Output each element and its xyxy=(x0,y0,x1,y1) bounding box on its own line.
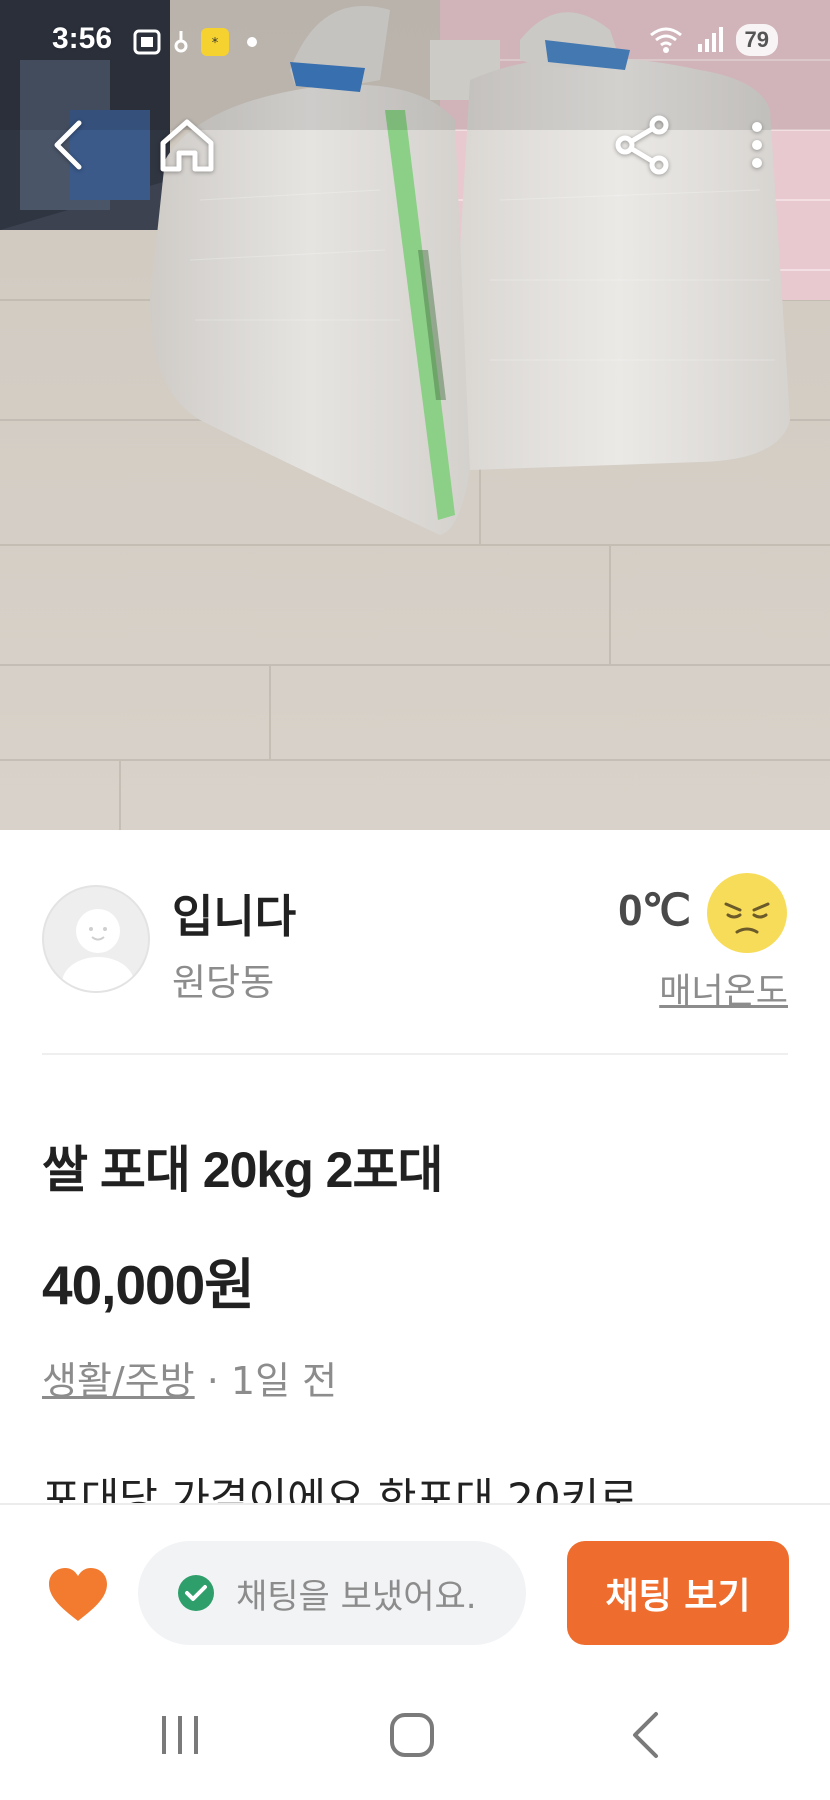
chat-sent-status: 채팅을 보냈어요. xyxy=(138,1541,526,1645)
battery-indicator: 79 xyxy=(735,24,778,56)
system-back-icon xyxy=(633,1712,658,1758)
category-link[interactable]: 생활/주방 xyxy=(42,1359,195,1403)
angry-face-icon xyxy=(707,873,787,953)
product-price: 40,000원 xyxy=(42,1254,255,1316)
check-circle-icon xyxy=(178,1575,214,1611)
signal-icon xyxy=(697,27,723,52)
bottom-action-bar: 채팅을 보냈어요. 채팅 보기 xyxy=(0,1503,830,1683)
view-chat-button[interactable]: 채팅 보기 xyxy=(567,1541,789,1645)
default-avatar-icon xyxy=(62,909,134,991)
share-icon xyxy=(615,115,669,175)
manner-temperature-label[interactable]: 매너온도 xyxy=(659,963,788,1014)
heart-icon[interactable] xyxy=(46,1565,110,1625)
seller-name: 입니다 xyxy=(172,890,297,943)
wifi-icon xyxy=(649,27,682,53)
app-notification-icon: * xyxy=(201,28,229,56)
status-bar: 3:56 * 79 xyxy=(0,0,830,86)
divider xyxy=(42,1053,788,1055)
share-button[interactable] xyxy=(598,100,688,190)
product-title: 쌀 포대 20kg 2포대 xyxy=(42,1142,443,1198)
more-button[interactable] xyxy=(712,100,802,190)
system-home-button[interactable] xyxy=(362,1705,462,1765)
back-button[interactable] xyxy=(24,100,114,190)
status-left-icons: * xyxy=(132,27,262,57)
recent-apps-icon xyxy=(162,1716,198,1754)
product-meta: 생활/주방 · 1일 전 xyxy=(42,1350,337,1405)
home-icon xyxy=(160,119,214,172)
location-dot-icon xyxy=(174,31,188,53)
system-back-button[interactable] xyxy=(595,1705,695,1765)
status-right-icons: 79 xyxy=(648,24,778,56)
seller-location: 원당동 xyxy=(172,961,275,1004)
recent-apps-button[interactable] xyxy=(130,1705,230,1765)
system-navigation-bar xyxy=(0,1683,830,1800)
back-arrow-icon xyxy=(54,120,82,170)
screenshot-icon xyxy=(133,29,161,55)
more-vertical-icon xyxy=(752,122,762,168)
seller-profile[interactable]: 입니다 원당동 0℃ 매너온도 xyxy=(0,830,830,1055)
time-ago: · 1일 전 xyxy=(194,1359,338,1403)
chat-sent-text: 채팅을 보냈어요. xyxy=(236,1576,477,1617)
top-nav xyxy=(0,100,830,190)
dot-icon xyxy=(247,37,257,47)
avatar[interactable] xyxy=(42,885,150,993)
home-circle-icon xyxy=(390,1713,434,1757)
home-button[interactable] xyxy=(142,100,232,190)
svg-text:*: * xyxy=(212,36,219,51)
status-time: 3:56 xyxy=(52,22,113,55)
manner-temperature: 0℃ xyxy=(618,886,691,935)
